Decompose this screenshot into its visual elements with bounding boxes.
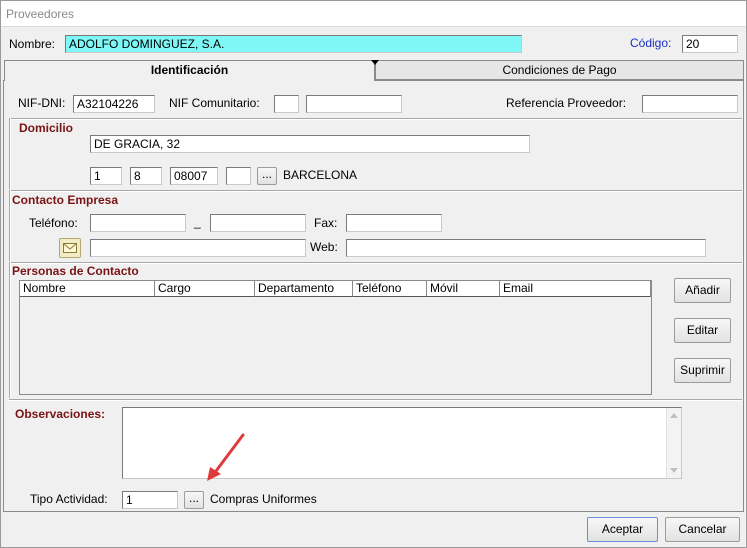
column-header-email[interactable]: Email xyxy=(500,281,651,297)
web-field[interactable] xyxy=(346,239,706,257)
nif-comunitario-label: NIF Comunitario: xyxy=(169,96,260,110)
fax-label: Fax: xyxy=(314,216,338,230)
tab-condiciones-pago[interactable]: Condiciones de Pago xyxy=(375,60,744,80)
tipo-actividad-field[interactable]: 1 xyxy=(122,491,178,509)
tab-identificacion-label: Identificación xyxy=(150,63,229,77)
scroll-up-icon[interactable] xyxy=(670,413,678,418)
telefono-label: Teléfono: xyxy=(29,216,78,230)
cancel-label: Cancelar xyxy=(678,522,727,536)
delete-contact-label: Suprimir xyxy=(680,363,725,377)
address-code-1-field[interactable]: 1 xyxy=(90,167,122,185)
divider-top-contacto xyxy=(9,190,742,192)
cancel-button[interactable]: Cancelar xyxy=(665,517,740,542)
web-label: Web: xyxy=(310,240,338,254)
nif-field[interactable]: A32104226 xyxy=(73,95,155,113)
nif-comunitario-prefix-field[interactable] xyxy=(274,95,299,113)
city-lookup-label: ... xyxy=(261,167,272,181)
scroll-down-icon[interactable] xyxy=(670,468,678,473)
tipo-actividad-lookup-label: ... xyxy=(188,491,199,505)
divider-left-personas xyxy=(9,262,11,398)
referencia-proveedor-label: Referencia Proveedor: xyxy=(506,96,627,110)
edit-contact-button[interactable]: Editar xyxy=(674,318,731,343)
postal-code-field[interactable]: 08007 xyxy=(170,167,218,185)
nombre-label: Nombre: xyxy=(9,37,56,51)
telefono-separator: _ xyxy=(194,215,201,229)
tipo-actividad-description: Compras Uniformes xyxy=(210,492,317,506)
send-email-button[interactable] xyxy=(59,238,81,258)
title-bar: Proveedores xyxy=(1,1,746,27)
domicilio-title: Domicilio xyxy=(19,121,74,135)
referencia-proveedor-field[interactable] xyxy=(642,95,738,113)
envelope-icon xyxy=(63,243,77,253)
address-code-4-field[interactable] xyxy=(226,167,251,185)
add-contact-button[interactable]: Añadir xyxy=(674,278,731,303)
proveedores-window: Proveedores Nombre: ADOLFO DOMINGUEZ, S.… xyxy=(0,0,747,548)
column-header-movil[interactable]: Móvil xyxy=(427,281,500,297)
divider-left-domicilio xyxy=(9,118,11,189)
delete-contact-button[interactable]: Suprimir xyxy=(674,358,731,383)
tipo-actividad-label: Tipo Actividad: xyxy=(30,492,108,506)
nombre-field[interactable]: ADOLFO DOMINGUEZ, S.A. xyxy=(65,35,522,53)
accept-label: Aceptar xyxy=(601,522,644,536)
nif-label: NIF-DNI: xyxy=(18,96,66,110)
tab-marker-icon xyxy=(371,60,379,65)
red-arrow-icon xyxy=(207,433,245,481)
observaciones-scrollbar[interactable] xyxy=(666,408,681,478)
address-code-2-field[interactable]: 8 xyxy=(130,167,162,185)
personas-contacto-title: Personas de Contacto xyxy=(12,264,139,278)
email-field[interactable] xyxy=(90,239,306,257)
divider-top-domicilio xyxy=(9,118,742,120)
edit-contact-label: Editar xyxy=(686,323,719,337)
divider-top-observaciones xyxy=(9,399,742,401)
city-text: BARCELONA xyxy=(283,168,358,182)
divider-left-contacto xyxy=(9,190,11,261)
column-header-telefono[interactable]: Teléfono xyxy=(353,281,427,297)
column-header-cargo[interactable]: Cargo xyxy=(155,281,255,297)
nif-comunitario-field[interactable] xyxy=(306,95,402,113)
tab-identificacion[interactable]: Identificación xyxy=(4,60,375,81)
add-contact-label: Añadir xyxy=(685,283,720,297)
column-header-departamento[interactable]: Departamento xyxy=(255,281,353,297)
telefono-2-field[interactable] xyxy=(210,214,306,232)
codigo-field[interactable]: 20 xyxy=(682,35,738,53)
fax-field[interactable] xyxy=(346,214,442,232)
telefono-1-field[interactable] xyxy=(90,214,186,232)
window-title: Proveedores xyxy=(6,7,75,21)
personas-contacto-grid[interactable]: Nombre Cargo Departamento Teléfono Móvil… xyxy=(19,280,652,395)
codigo-label: Código: xyxy=(630,36,672,50)
tipo-actividad-lookup-button[interactable]: ... xyxy=(184,491,204,509)
address-field[interactable]: DE GRACIA, 32 xyxy=(90,135,530,153)
column-header-nombre[interactable]: Nombre xyxy=(20,281,155,297)
city-lookup-button[interactable]: ... xyxy=(257,167,277,185)
accept-button[interactable]: Aceptar xyxy=(587,517,658,542)
observaciones-label: Observaciones: xyxy=(15,407,106,421)
contacto-empresa-title: Contacto Empresa xyxy=(12,193,119,207)
tab-condiciones-pago-label: Condiciones de Pago xyxy=(502,63,617,77)
